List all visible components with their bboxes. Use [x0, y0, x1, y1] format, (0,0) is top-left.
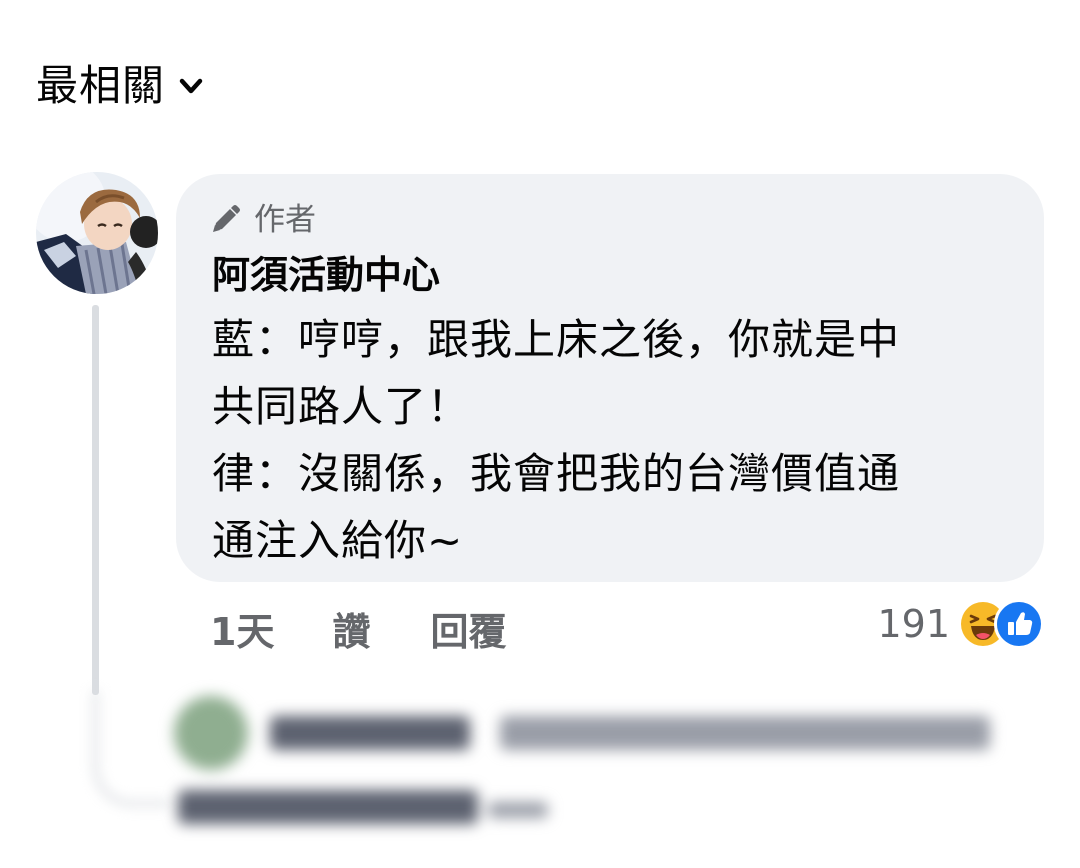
- chevron-down-icon: [177, 72, 205, 100]
- author-badge: 作者: [208, 200, 316, 240]
- like-icon: [994, 599, 1044, 649]
- avatar[interactable]: [36, 172, 158, 294]
- reply-avatar: [174, 696, 248, 770]
- reply-text-blur: [500, 716, 990, 750]
- comment-bubble: 作者 阿須活動中心 藍：哼哼，跟我上床之後，你就是中 共同路人了！ 律：沒關係，…: [176, 174, 1044, 582]
- reply-button[interactable]: 回覆: [430, 601, 506, 656]
- thread-connector: [92, 690, 169, 807]
- sort-label: 最相關: [36, 61, 166, 110]
- author-name[interactable]: 阿須活動中心: [212, 250, 440, 300]
- comment-thread: 最相關 作者 阿須活動中心 藍：哼哼，跟我上床之後，你就是中 共同路人了！ 律：…: [0, 0, 1080, 868]
- reply-ellipsis-blur: [488, 802, 548, 818]
- comment-timestamp[interactable]: 1天: [210, 601, 274, 656]
- comment-actions: 1天 讚 回覆: [210, 600, 506, 656]
- reaction-count: 191: [877, 602, 950, 646]
- pencil-icon: [208, 203, 242, 237]
- reply-author-blur: [270, 716, 470, 750]
- author-badge-label: 作者: [254, 202, 316, 238]
- sort-dropdown[interactable]: 最相關: [36, 58, 205, 114]
- comment-text: 藍：哼哼，跟我上床之後，你就是中 共同路人了！ 律：沒關係，我會把我的台灣價值通…: [212, 315, 901, 565]
- blurred-reply-preview[interactable]: [170, 690, 1010, 840]
- reply-text-blur-2: [178, 790, 478, 824]
- reaction-summary[interactable]: 191: [877, 596, 1044, 652]
- thread-line: [92, 305, 99, 695]
- like-button[interactable]: 讚: [332, 601, 370, 656]
